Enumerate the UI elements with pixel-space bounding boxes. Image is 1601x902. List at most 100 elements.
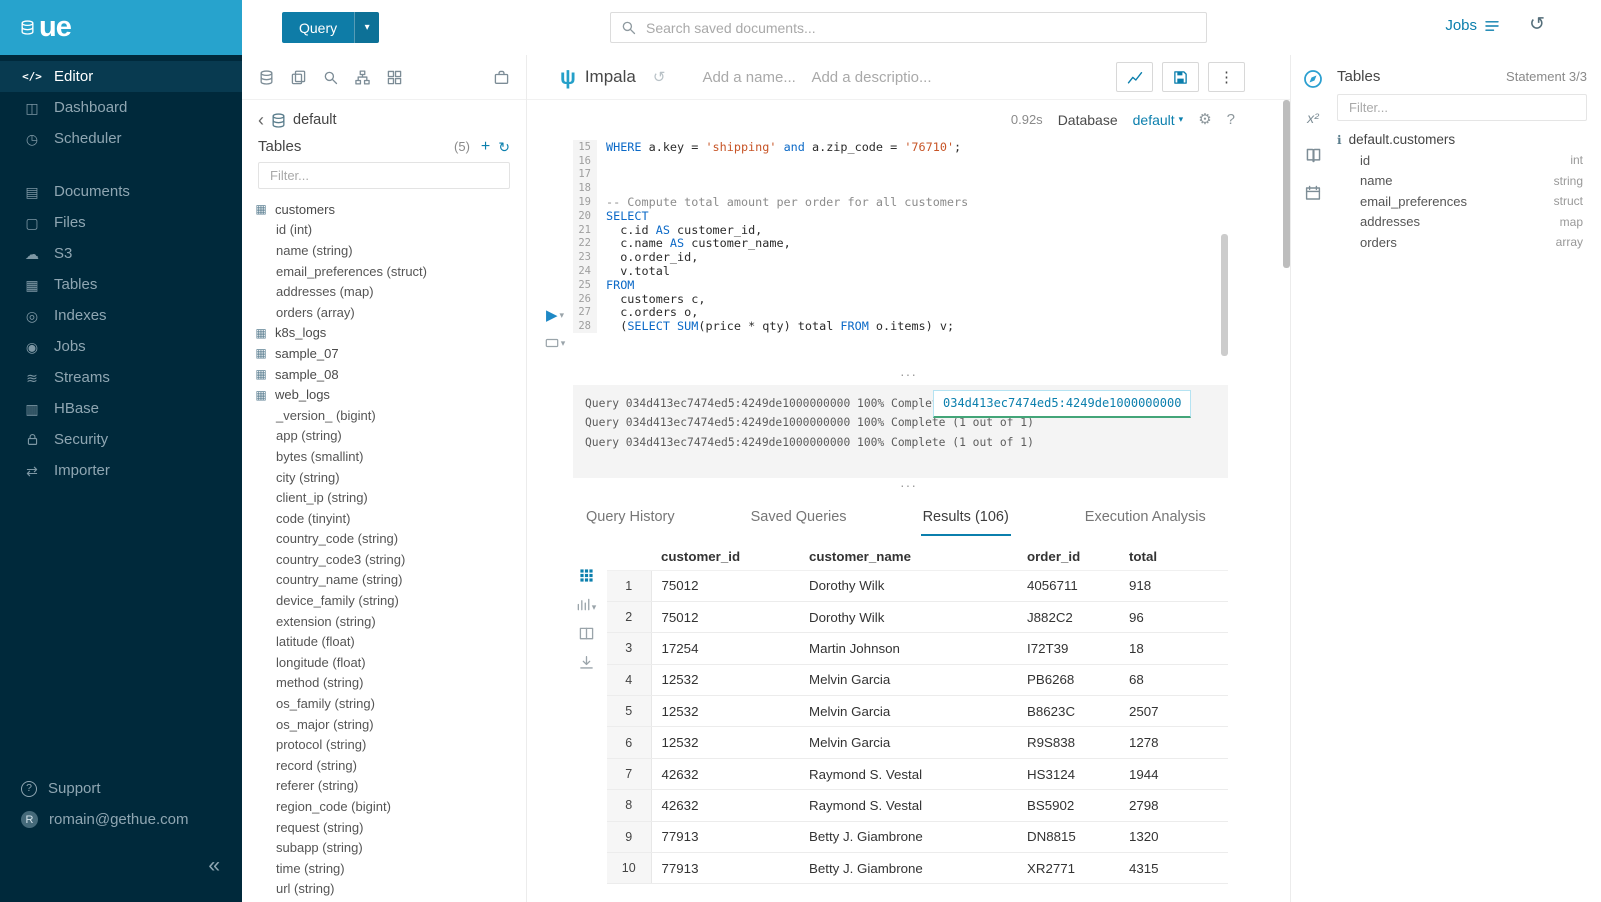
tab-execution-analysis[interactable]: Execution Analysis	[1083, 498, 1208, 536]
column-item[interactable]: code (tinyint)	[254, 508, 518, 529]
sidebar-item-tables[interactable]: ▦Tables	[0, 269, 242, 300]
column-item[interactable]: id (int)	[254, 220, 518, 241]
table-row[interactable]: 512532Melvin GarciaB8623C2507	[607, 696, 1228, 727]
column-header[interactable]: order_id	[1017, 543, 1119, 570]
table-item-web-logs[interactable]: ▦web_logs	[254, 384, 518, 405]
column-item[interactable]: method (string)	[254, 673, 518, 694]
table-row[interactable]: 612532Melvin GarciaR9S8381278	[607, 727, 1228, 758]
limit-selector[interactable]: ▾	[545, 336, 566, 350]
sidebar-item-indexes[interactable]: ◎Indexes	[0, 300, 242, 331]
column-item[interactable]: _version_ (bigint)	[254, 405, 518, 426]
column-item[interactable]: country_code (string)	[254, 529, 518, 550]
tables-filter-input[interactable]	[268, 167, 500, 184]
database-dropdown[interactable]: default ▾	[1133, 112, 1184, 128]
table-item-sample-08[interactable]: ▦sample_08	[254, 364, 518, 385]
table-row[interactable]: 977913Betty J. GiambroneDN88151320	[607, 821, 1228, 852]
active-table[interactable]: ℹ default.customers	[1337, 132, 1587, 147]
resize-handle[interactable]: ···	[527, 482, 1290, 491]
column-header[interactable]: customer_id	[651, 543, 799, 570]
sidebar-item-dashboard[interactable]: ◫Dashboard	[0, 92, 242, 123]
main-scrollbar[interactable]	[1283, 100, 1290, 268]
query-description-input[interactable]	[809, 68, 959, 87]
sidebar-item-streams[interactable]: ≋Streams	[0, 362, 242, 393]
examples-bag-icon[interactable]	[494, 70, 509, 85]
back-chevron-icon[interactable]: ‹	[258, 114, 264, 126]
query-name-input[interactable]	[700, 68, 800, 87]
support-link[interactable]: ? Support	[0, 773, 242, 804]
hue-logo[interactable]: ue	[0, 0, 242, 55]
column-item[interactable]: client_ip (string)	[254, 487, 518, 508]
query-history-icon[interactable]: ↺	[653, 70, 666, 85]
code-line[interactable]: 23 o.order_id,	[573, 250, 1220, 264]
table-row[interactable]: 275012Dorothy WilkJ882C296	[607, 601, 1228, 632]
code-line[interactable]: 25FROM	[573, 278, 1220, 292]
table-row[interactable]: 175012Dorothy Wilk4056711918	[607, 570, 1228, 601]
tab-saved-queries[interactable]: Saved Queries	[749, 498, 849, 536]
functions-icon[interactable]: x²	[1307, 110, 1319, 126]
documents-copy-icon[interactable]	[291, 70, 306, 85]
search-assist-icon[interactable]	[323, 70, 338, 85]
help-question-icon[interactable]: ?	[1227, 112, 1235, 127]
code-line[interactable]: 21 c.id AS customer_id,	[573, 223, 1220, 237]
code-line[interactable]: 27 c.orders o,	[573, 306, 1220, 320]
sidebar-item-editor[interactable]: </>Editor	[0, 61, 242, 92]
chevron-down-icon[interactable]: ▾	[354, 12, 379, 43]
collapse-sidebar-icon[interactable]: «	[208, 855, 220, 876]
settings-gear-icon[interactable]: ⚙	[1198, 112, 1211, 127]
column-item[interactable]: protocol (string)	[254, 734, 518, 755]
language-reference-book-icon[interactable]	[1305, 147, 1322, 164]
resize-handle[interactable]: ···	[527, 371, 1290, 380]
chart-view-button[interactable]: ▾	[576, 597, 597, 612]
sql-sources-icon[interactable]	[259, 70, 274, 85]
column-item-addresses[interactable]: addressesmap	[1337, 212, 1587, 233]
columns-view-icon[interactable]	[579, 626, 594, 641]
sidebar-item-documents[interactable]: ▤Documents	[0, 176, 242, 207]
column-item-orders[interactable]: ordersarray	[1337, 232, 1587, 253]
sitemap-icon[interactable]	[355, 70, 370, 85]
grid-view-icon[interactable]	[579, 568, 594, 583]
code-line[interactable]: 17	[573, 168, 1220, 182]
rp-filter-input[interactable]	[1347, 99, 1577, 116]
column-item[interactable]: extension (string)	[254, 611, 518, 632]
column-item[interactable]: addresses (map)	[254, 281, 518, 302]
more-actions-button[interactable]: ⋮	[1208, 62, 1245, 92]
column-item[interactable]: app (string)	[254, 426, 518, 447]
table-item-sample-07[interactable]: ▦sample_07	[254, 343, 518, 364]
download-icon[interactable]	[579, 655, 594, 670]
history-icon[interactable]: ↺	[1529, 15, 1545, 34]
column-item[interactable]: subapp (string)	[254, 837, 518, 858]
code-line[interactable]: 19-- Compute total amount per order for …	[573, 195, 1220, 209]
column-item-email-preferences[interactable]: email_preferencesstruct	[1337, 191, 1587, 212]
editor-scrollbar[interactable]	[1221, 234, 1228, 356]
column-item[interactable]: country_code3 (string)	[254, 549, 518, 570]
sidebar-item-scheduler[interactable]: ◷Scheduler	[0, 123, 242, 154]
code-lines[interactable]: 15WHERE a.key = 'shipping' and a.zip_cod…	[573, 140, 1220, 333]
column-item[interactable]: region_code (bigint)	[254, 796, 518, 817]
column-item[interactable]: orders (array)	[254, 302, 518, 323]
refresh-icon[interactable]: ↻	[498, 140, 510, 154]
user-account[interactable]: R romain@gethue.com	[0, 804, 242, 835]
table-row[interactable]: 317254Martin JohnsonI72T3918	[607, 633, 1228, 664]
table-row[interactable]: 1077913Betty J. GiambroneXR27714315	[607, 853, 1228, 884]
column-item[interactable]: device_family (string)	[254, 590, 518, 611]
column-item[interactable]: longitude (float)	[254, 652, 518, 673]
schedule-calendar-icon[interactable]	[1305, 185, 1321, 201]
column-item[interactable]: record (string)	[254, 755, 518, 776]
code-line[interactable]: 15WHERE a.key = 'shipping' and a.zip_cod…	[573, 140, 1220, 154]
column-item[interactable]: bytes (smallint)	[254, 446, 518, 467]
column-item[interactable]: city (string)	[254, 467, 518, 488]
save-button[interactable]	[1162, 62, 1199, 92]
sidebar-item-importer[interactable]: ⇄Importer	[0, 455, 242, 486]
column-item[interactable]: os_major (string)	[254, 714, 518, 735]
code-line[interactable]: 26 customers c,	[573, 292, 1220, 306]
sidebar-item-files[interactable]: ▢Files	[0, 207, 242, 238]
column-item[interactable]: request (string)	[254, 817, 518, 838]
column-item[interactable]: url (string)	[254, 879, 518, 900]
code-line[interactable]: 16	[573, 154, 1220, 168]
add-table-icon[interactable]: +	[481, 139, 490, 155]
new-query-button[interactable]: Query ▾	[282, 12, 379, 43]
code-line[interactable]: 28 (SELECT SUM(price * qty) total FROM o…	[573, 319, 1220, 333]
column-item[interactable]: time (string)	[254, 858, 518, 879]
table-row[interactable]: 742632Raymond S. VestalHS31241944	[607, 758, 1228, 789]
column-item[interactable]: os_family (string)	[254, 693, 518, 714]
